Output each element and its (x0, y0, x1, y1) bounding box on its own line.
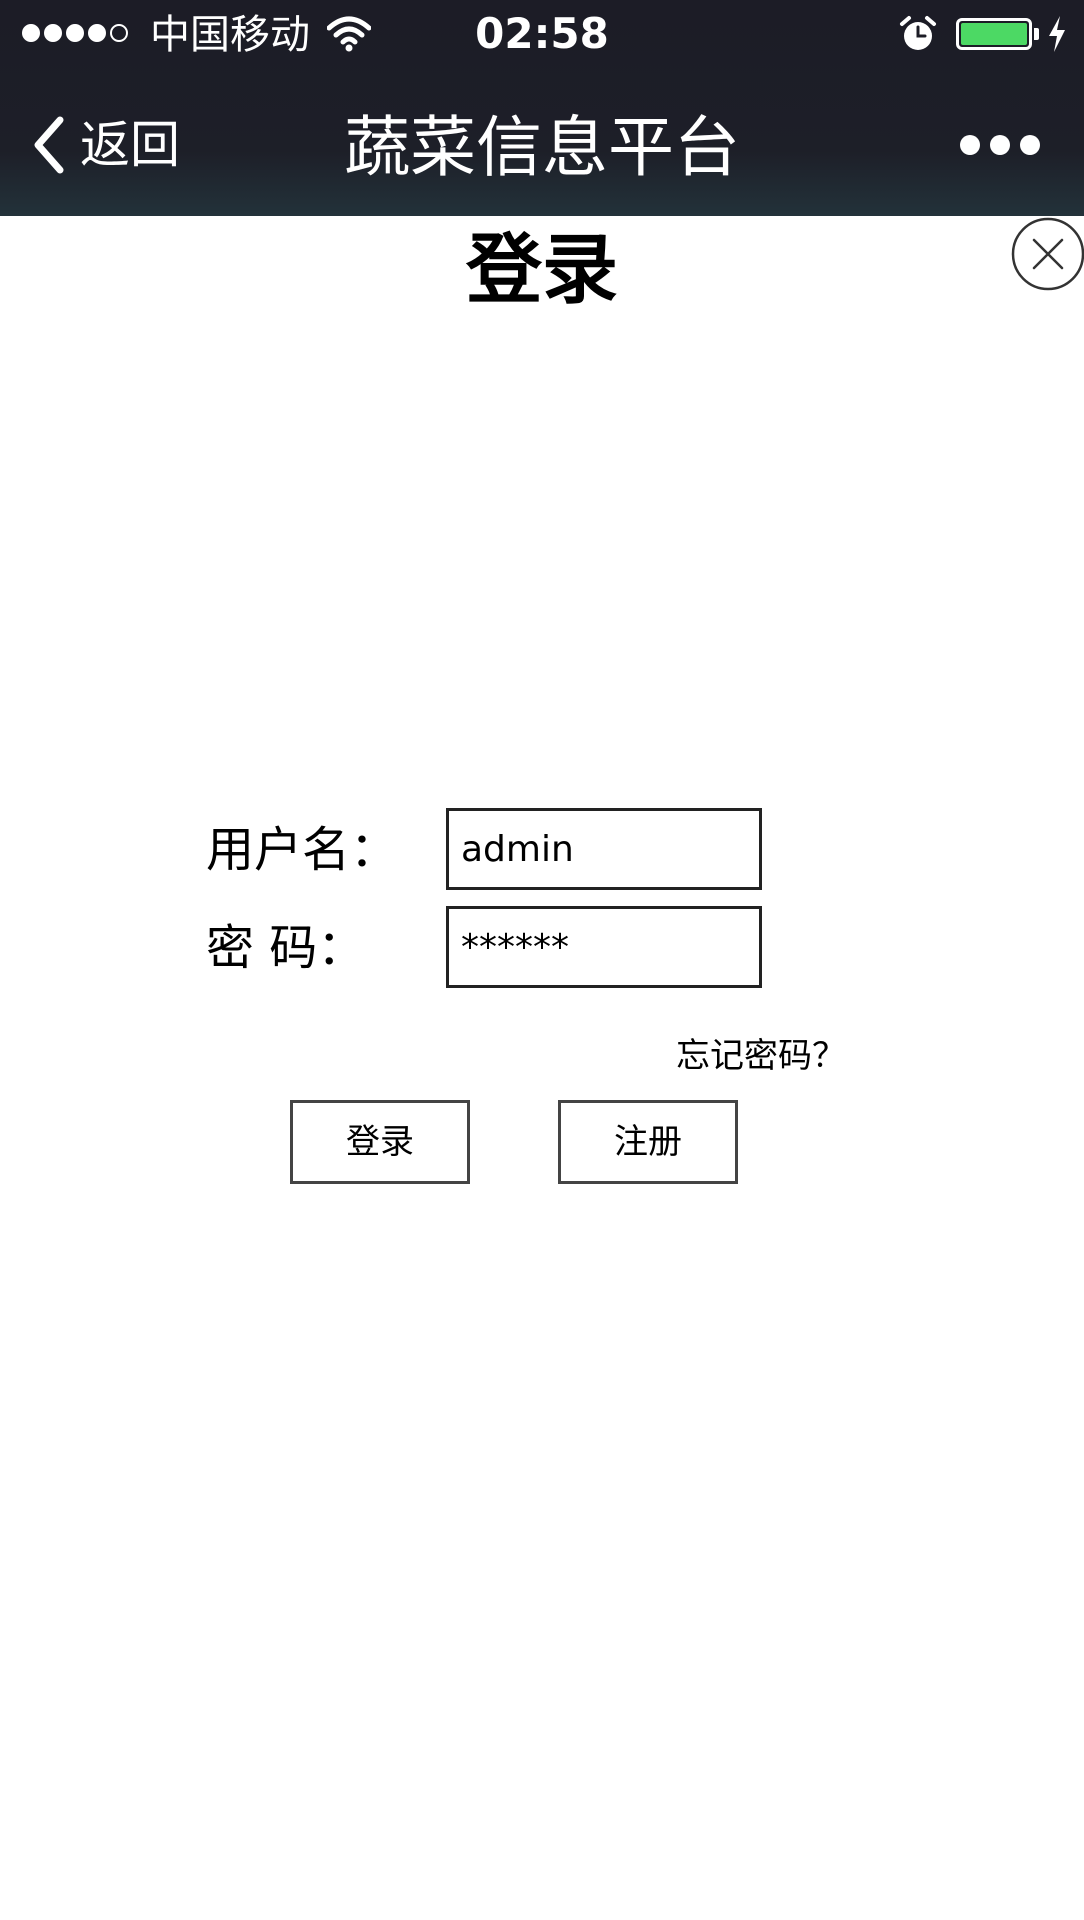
top-bar: 中国移动 02:58 返回 蔬菜信息平台 (0, 0, 1084, 216)
battery-icon (956, 18, 1032, 50)
forgot-password-link[interactable]: 忘记密码？ (676, 1034, 846, 1078)
password-label: 密 码： (206, 920, 366, 976)
username-input[interactable] (446, 808, 762, 890)
battery-level (961, 23, 1027, 45)
login-screen: 中国移动 02:58 返回 蔬菜信息平台 登录 用户名： admin 密 码： … (0, 0, 1084, 1920)
alarm-icon (900, 16, 936, 50)
close-circle-icon[interactable] (1010, 216, 1084, 292)
status-bar: 中国移动 02:58 (0, 0, 1084, 70)
password-input[interactable] (446, 906, 762, 988)
battery-tip (1034, 28, 1039, 40)
nav-bar: 返回 蔬菜信息平台 (0, 90, 1084, 200)
register-button[interactable]: 注册 (558, 1100, 738, 1184)
more-dots-icon[interactable] (960, 130, 1040, 160)
charging-bolt-icon (1049, 16, 1065, 52)
login-button[interactable]: 登录 (290, 1100, 470, 1184)
page-title: 登录 (466, 225, 618, 314)
nav-title: 蔬菜信息平台 (344, 109, 740, 186)
username-label: 用户名： (206, 822, 399, 878)
